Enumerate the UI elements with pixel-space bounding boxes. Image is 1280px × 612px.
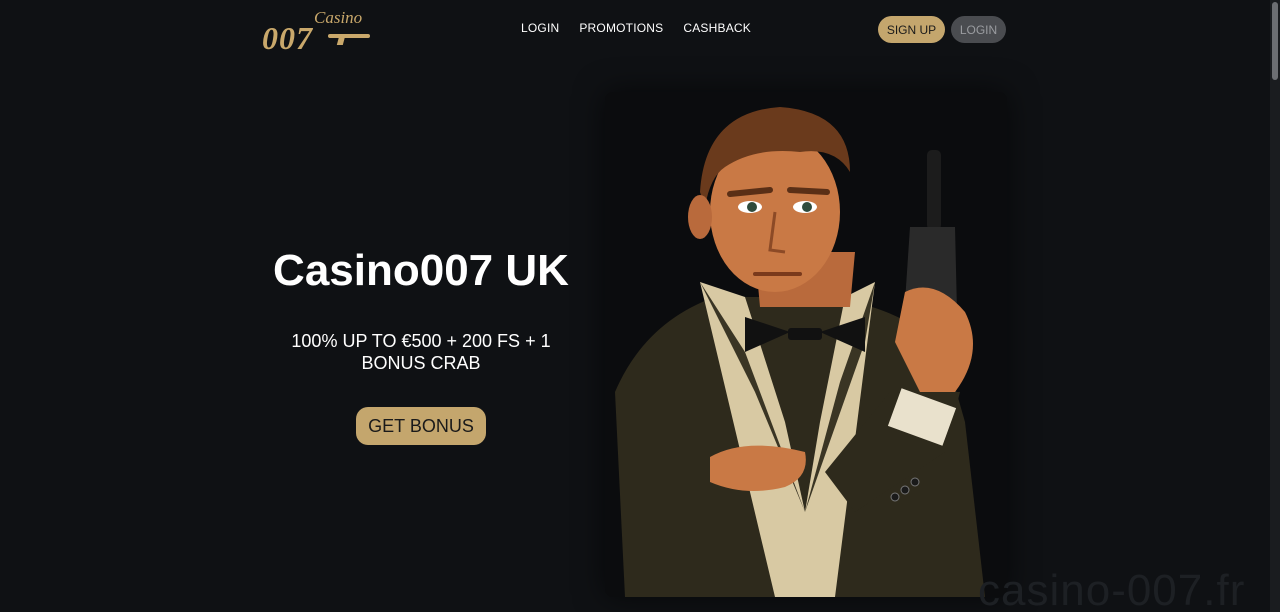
page-scrollbar[interactable]	[1270, 0, 1280, 612]
nav-cashback-link[interactable]: CASHBACK	[683, 21, 751, 35]
hero-title: Casino007 UK	[273, 246, 569, 295]
watermark-text: casino-007.fr	[978, 566, 1246, 612]
hero-bonus-offer: 100% UP TO €500 + 200 FS + 1 BONUS CRAB	[291, 331, 551, 373]
signup-button[interactable]: SIGN UP	[878, 16, 945, 43]
get-bonus-button[interactable]: GET BONUS	[356, 407, 486, 445]
login-button[interactable]: LOGIN	[951, 16, 1006, 43]
logo-007-text: 007	[262, 20, 313, 56]
logo-gun-grip-icon	[336, 36, 346, 45]
main-nav: LOGIN PROMOTIONS CASHBACK	[521, 21, 751, 35]
scrollbar-thumb[interactable]	[1272, 2, 1278, 80]
nav-promotions-link[interactable]: PROMOTIONS	[579, 21, 663, 35]
logo-casino-text: Casino	[314, 8, 363, 27]
logo-gun-barrel-icon	[328, 34, 370, 38]
agent-illustration	[605, 92, 1007, 597]
casino007-logo[interactable]: Casino 007	[262, 8, 374, 56]
top-navigation-bar: Casino 007 LOGIN PROMOTIONS CASHBACK SIG…	[0, 0, 1270, 60]
nav-login-link[interactable]: LOGIN	[521, 21, 559, 35]
